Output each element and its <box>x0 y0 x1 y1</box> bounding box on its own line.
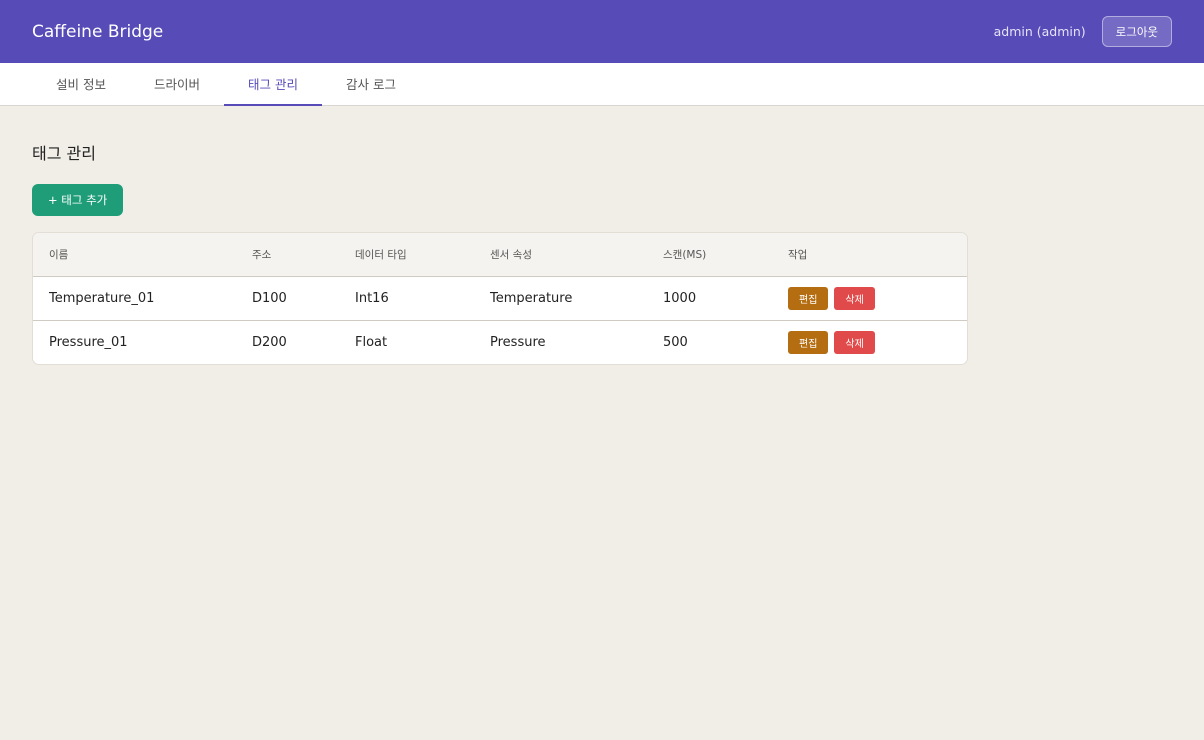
tab-equipment-info[interactable]: 설비 정보 <box>32 63 130 106</box>
cell-scan: 1000 <box>647 276 772 321</box>
table-row: Pressure_01 D200 Float Pressure 500 편집 삭제 <box>33 320 967 364</box>
edit-button[interactable]: 편집 <box>788 286 829 310</box>
edit-button[interactable]: 편집 <box>788 330 829 354</box>
cell-actions: 편집 삭제 <box>772 320 967 364</box>
cell-name: Temperature_01 <box>33 276 236 321</box>
table-row: Temperature_01 D100 Int16 Temperature 10… <box>33 276 967 321</box>
tag-table: 이름 주소 데이터 타입 센서 속성 스캔(MS) 작업 Temperature… <box>33 233 967 364</box>
delete-button[interactable]: 삭제 <box>834 286 875 310</box>
cell-scan: 500 <box>663 334 688 350</box>
user-label: admin (admin) <box>993 24 1086 39</box>
page-title: 태그 관리 <box>32 144 96 163</box>
cell-data-type: Float <box>355 334 388 350</box>
tab-drivers[interactable]: 드라이버 <box>130 63 224 106</box>
main-content: 태그 관리 + 태그 추가 이름 주소 데이터 타입 센서 속성 스캔(MS) … <box>0 106 1204 365</box>
tab-audit-log[interactable]: 감사 로그 <box>322 63 420 106</box>
app-title: Caffeine Bridge <box>32 21 164 42</box>
column-header-name: 이름 <box>33 233 236 277</box>
cell-address: D200 <box>252 334 287 350</box>
add-tag-button[interactable]: + 태그 추가 <box>32 184 124 216</box>
user-area: admin (admin) 로그아웃 <box>994 16 1172 47</box>
table-header-row: 이름 주소 데이터 타입 센서 속성 스캔(MS) 작업 <box>33 233 967 277</box>
cell-sensor-attr: Pressure <box>490 334 546 350</box>
column-header-scan: 스캔(MS) <box>647 233 772 277</box>
cell-address: D100 <box>236 276 339 321</box>
tab-tag-management[interactable]: 태그 관리 <box>224 63 322 106</box>
top-bar: Caffeine Bridge admin (admin) 로그아웃 <box>0 0 1204 63</box>
column-header-actions: 작업 <box>772 233 967 277</box>
cell-sensor-attr: Temperature <box>474 276 647 321</box>
tab-bar: 설비 정보 드라이버 태그 관리 감사 로그 <box>0 63 1204 106</box>
cell-actions: 편집 삭제 <box>772 276 967 321</box>
cell-name: Pressure_01 <box>49 334 128 350</box>
tag-table-card: 이름 주소 데이터 타입 센서 속성 스캔(MS) 작업 Temperature… <box>32 232 968 365</box>
delete-button[interactable]: 삭제 <box>834 330 875 354</box>
cell-data-type: Int16 <box>339 276 474 321</box>
column-header-data-type: 데이터 타입 <box>339 233 474 277</box>
column-header-address: 주소 <box>236 233 339 277</box>
logout-button[interactable]: 로그아웃 <box>1101 16 1172 47</box>
column-header-sensor-attr: 센서 속성 <box>474 233 647 277</box>
